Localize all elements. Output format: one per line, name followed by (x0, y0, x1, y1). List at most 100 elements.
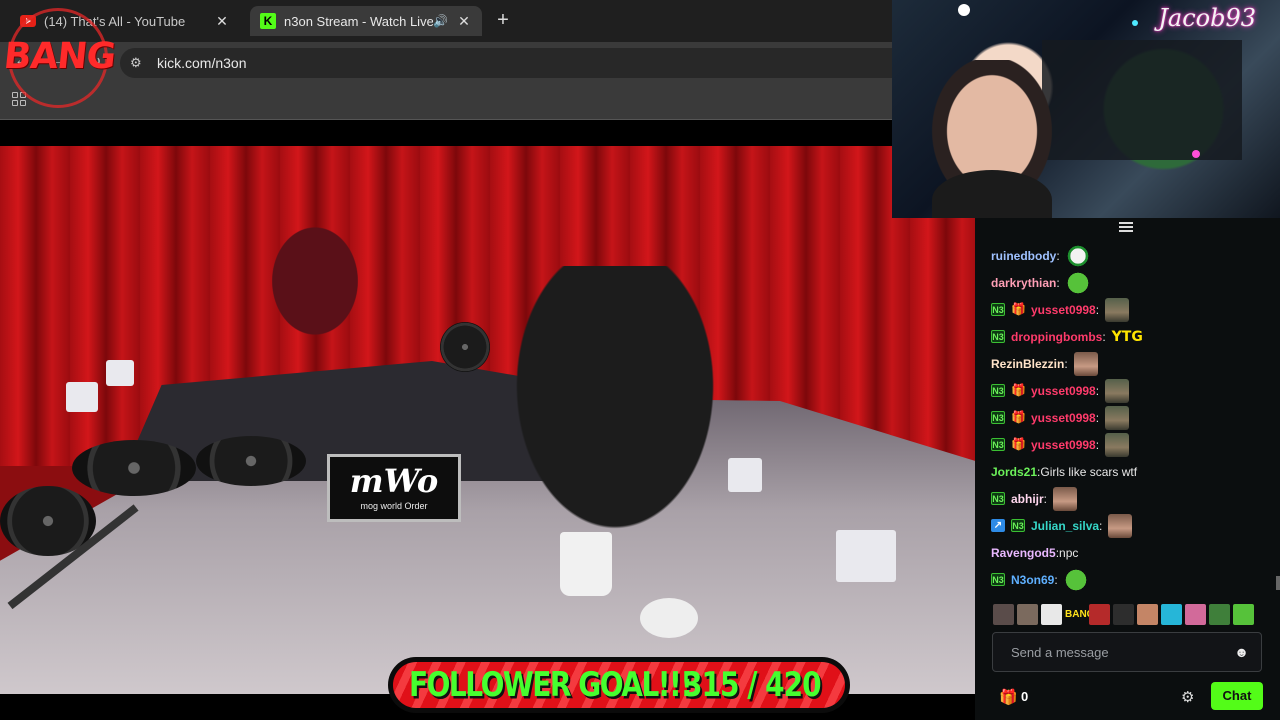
close-tab-icon[interactable]: ✕ (214, 13, 230, 30)
emote-icon[interactable] (1113, 604, 1134, 625)
chat-username[interactable]: yusset0998 (1031, 303, 1096, 317)
tab-kick[interactable]: K n3on Stream - Watch Live o 🔊 ✕ (250, 6, 482, 36)
gift-badge-icon: 🎁 (1011, 383, 1026, 397)
face-emote-icon (1108, 513, 1133, 538)
emote-icon[interactable] (993, 604, 1014, 625)
light-dot (958, 4, 970, 16)
separator: : (1095, 437, 1100, 452)
emoji-icon[interactable]: ☻ (1234, 644, 1249, 660)
chat-scroll-handle-icon[interactable] (1119, 222, 1133, 232)
logo-text: BANG (1, 36, 118, 77)
separator: : (1056, 275, 1060, 290)
separator: : (1095, 302, 1100, 317)
goal-label: FOLLOWER GOAL!!! (409, 664, 693, 705)
n3-badge-icon: N3 (991, 330, 1005, 343)
chat-text: Girls like scars wtf (1040, 464, 1138, 479)
n3-badge-icon: N3 (991, 492, 1005, 505)
gift-badge-icon: 🎁 (1011, 437, 1026, 451)
chat-text: npc (1059, 545, 1079, 560)
gift-badge-icon: 🎁 (1011, 410, 1026, 424)
speaker-icon[interactable]: 🔊 (433, 14, 448, 28)
chat-settings-icon[interactable]: ⚙ (1181, 688, 1194, 706)
emote-icon[interactable] (1233, 604, 1254, 625)
webcam-overlay: Jacob93 (892, 0, 1280, 218)
emote-icon[interactable] (1209, 604, 1230, 625)
emote-icon[interactable] (1185, 604, 1206, 625)
webcam-name: Jacob93 (1158, 4, 1256, 32)
gift-icon[interactable]: 🎁 (999, 688, 1018, 706)
emote-icon[interactable] (1041, 604, 1062, 625)
chat-input[interactable]: Send a message ☻ (992, 632, 1262, 672)
emote-icon[interactable] (1017, 604, 1038, 625)
gift-badge-icon: 🎁 (1011, 302, 1026, 316)
emote-icon[interactable] (1161, 604, 1182, 625)
man-figure (490, 266, 740, 566)
n3-badge-icon: N3 (991, 303, 1005, 316)
chat-input-placeholder: Send a message (1011, 645, 1109, 660)
tab-title: n3on Stream - Watch Live o (284, 13, 434, 29)
kick-icon: K (260, 13, 276, 29)
stream-video[interactable]: mWo mog world Order (0, 146, 975, 694)
chat-username[interactable]: yusset0998 (1031, 384, 1096, 398)
weight-plate (72, 440, 196, 496)
chat-username[interactable]: N3on69 (1011, 573, 1054, 587)
chat-username[interactable]: Ravengod5 (991, 546, 1056, 560)
chat-message: N3 N3on69: (991, 566, 1271, 593)
chat-username[interactable]: yusset0998 (1031, 411, 1096, 425)
army-emote-icon (1105, 405, 1130, 430)
browser-tab-strip: (14) That's All - YouTube ✕ K n3on Strea… (0, 0, 892, 42)
chat-username[interactable]: ruinedbody (991, 249, 1056, 263)
army-emote-icon (1105, 378, 1130, 403)
chat-message: ruinedbody: (991, 242, 1271, 269)
white-disc (640, 598, 698, 638)
chat-send-button[interactable]: Chat (1211, 682, 1263, 710)
chat-username[interactable]: abhijr (1011, 492, 1044, 506)
sign-sub-text: mog world Order (360, 501, 428, 511)
floor-light (66, 382, 98, 412)
face-emote-icon (1053, 486, 1078, 511)
chat-username[interactable]: darkrythian (991, 276, 1056, 290)
chat-message: Ravengod5: npc (991, 539, 1271, 566)
n3-badge-icon: N3 (991, 438, 1005, 451)
light-dot (1192, 150, 1200, 158)
emote-icon[interactable]: BANG (1065, 604, 1094, 625)
chat-message: N3 abhijr: (991, 485, 1271, 512)
page-scrollbar[interactable] (1276, 576, 1280, 590)
chat-footer: 🎁 0 ⚙ Chat (975, 680, 1280, 720)
chat-message: ↗ N3 Julian_silva: (991, 512, 1271, 539)
wrestler-figure (255, 206, 375, 356)
weight-plate (196, 436, 306, 486)
n3-badge-icon: N3 (991, 384, 1005, 397)
emote-icon[interactable] (1137, 604, 1158, 625)
chat-username[interactable]: yusset0998 (1031, 438, 1096, 452)
chat-message: N3 🎁 yusset0998: (991, 377, 1271, 404)
new-tab-button[interactable]: + (492, 10, 514, 32)
chat-message: N3 🎁 yusset0998: (991, 431, 1271, 458)
emote-icon[interactable] (1089, 604, 1110, 625)
goal-inner: FOLLOWER GOAL!!! 315 / 420 (393, 662, 845, 708)
site-settings-icon[interactable]: ⚙ (130, 55, 142, 71)
chat-username[interactable]: RezinBlezzin (991, 357, 1064, 371)
bookmarks-bar (0, 84, 892, 120)
gift-count: 0 (1021, 689, 1029, 704)
floor-light (728, 458, 762, 492)
chat-message: N3 🎁 yusset0998: (991, 296, 1271, 323)
army-emote-icon (1105, 297, 1130, 322)
chat-username[interactable]: droppingbombs (1011, 330, 1102, 344)
close-tab-icon[interactable]: ✕ (456, 13, 472, 30)
n3-badge-icon: N3 (991, 411, 1005, 424)
follower-goal-banner: FOLLOWER GOAL!!! 315 / 420 (388, 657, 850, 713)
mwo-sign: mWo mog world Order (327, 454, 461, 522)
chat-panel: ruinedbody: darkrythian: N3 🎁 yusset0998: … (975, 218, 1280, 720)
separator: : (1095, 383, 1100, 398)
separator: : (1102, 329, 1106, 344)
emote-bar: BANG (993, 604, 1254, 625)
url-field[interactable]: ⚙ kick.com/n3on (120, 48, 892, 78)
chat-username[interactable]: Julian_silva (1031, 519, 1099, 533)
chat-message: N3 droppingbombs: YTG (991, 323, 1271, 350)
n3-badge-icon: N3 (991, 573, 1005, 586)
separator: : (1056, 248, 1060, 263)
goal-count: 315 / 420 (683, 664, 822, 705)
chat-username[interactable]: Jords21 (991, 465, 1037, 479)
boost-badge-icon: ↗ (991, 519, 1005, 532)
